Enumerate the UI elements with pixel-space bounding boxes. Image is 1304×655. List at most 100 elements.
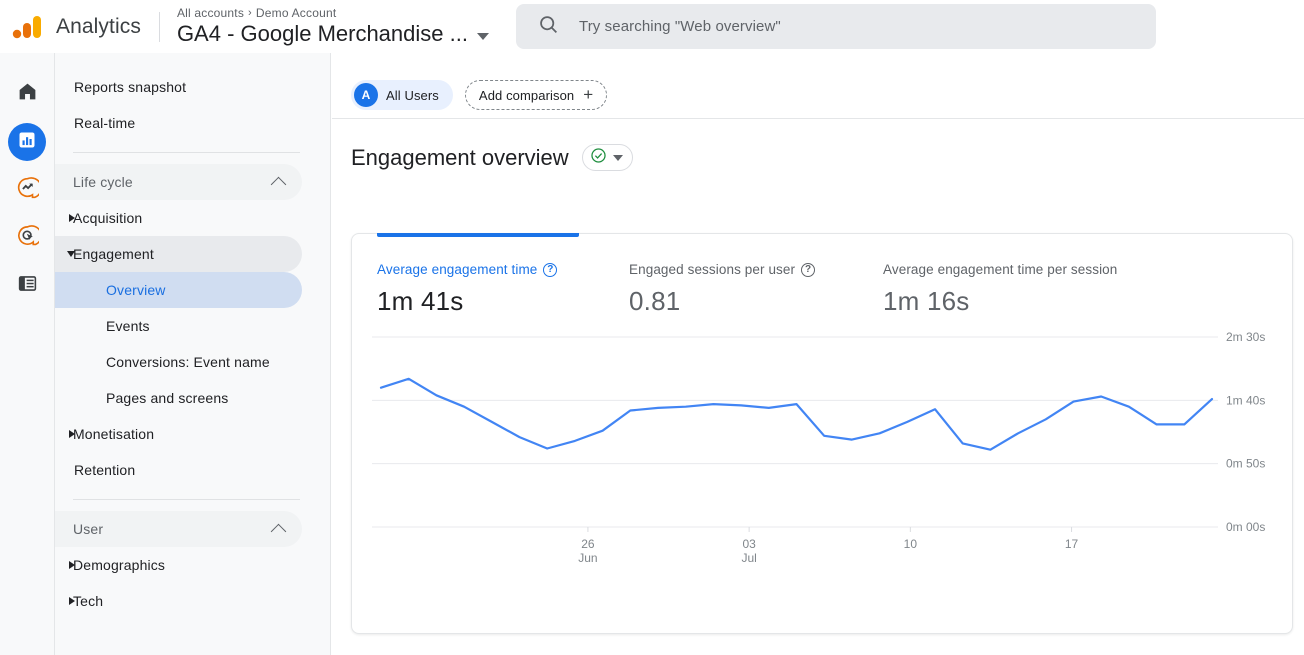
sidebar-divider-1 (73, 152, 300, 153)
chevron-right-icon (69, 561, 75, 569)
account-selector[interactable]: All accounts › Demo Account GA4 - Google… (177, 6, 489, 47)
sidebar-section-user[interactable]: User (55, 511, 302, 547)
chevron-up-icon[interactable] (271, 176, 287, 192)
metric-value: 1m 41s (377, 285, 629, 317)
engagement-overview-card: Average engagement time ? 1m 41s Engaged… (351, 233, 1293, 634)
x-axis-tick-label: 26 (581, 537, 595, 551)
main-content: A All Users Add comparison + Engagement … (332, 53, 1304, 655)
property-name: GA4 - Google Merchandise ... (177, 21, 468, 47)
x-axis-tick-label: 17 (1065, 537, 1079, 551)
metric-average-engagement-time[interactable]: Average engagement time ? 1m 41s (377, 234, 629, 324)
breadcrumb-demo-account[interactable]: Demo Account (256, 6, 336, 20)
sidebar-item-demographics[interactable]: Demographics (55, 547, 302, 583)
icon-rail (0, 53, 55, 655)
sidebar-item-label: Retention (74, 462, 135, 478)
segment-chip-label: All Users (386, 88, 439, 103)
rail-item-home[interactable] (8, 75, 46, 113)
chevron-down-icon[interactable] (477, 33, 489, 40)
sidebar-item-real-time[interactable]: Real-time (55, 105, 302, 141)
help-icon[interactable]: ? (801, 263, 815, 277)
home-icon (17, 81, 38, 107)
rail-item-explore[interactable] (8, 171, 46, 209)
configure-list-icon (17, 273, 38, 299)
check-circle-icon (590, 147, 607, 169)
sidebar-item-retention[interactable]: Retention (55, 452, 302, 488)
x-axis-tick-label: 03 (742, 537, 756, 551)
sidebar-item-acquisition[interactable]: Acquisition (55, 200, 302, 236)
metric-engaged-sessions-per-user[interactable]: Engaged sessions per user ? 0.81 (629, 234, 883, 324)
search-input[interactable] (577, 17, 1137, 36)
chevron-down-icon (67, 251, 75, 257)
x-axis-tick-month: Jul (741, 551, 756, 565)
segment-chip-all-users[interactable]: A All Users (351, 80, 453, 110)
add-comparison-label: Add comparison (479, 88, 574, 103)
metric-label: Engaged sessions per user (629, 262, 795, 277)
breadcrumb-all-accounts[interactable]: All accounts (177, 6, 244, 20)
sidebar-item-monetisation[interactable]: Monetisation (55, 416, 302, 452)
metric-value: 1m 16s (883, 285, 1183, 317)
google-analytics-logo[interactable] (10, 10, 44, 44)
sidebar-item-label: Conversions: Event name (106, 354, 270, 370)
page-title: Engagement overview (351, 145, 569, 171)
sidebar-section-life-cycle[interactable]: Life cycle (55, 164, 302, 200)
sidebar-item-pages-and-screens[interactable]: Pages and screens (55, 380, 302, 416)
search-icon (538, 14, 559, 40)
brand-divider (159, 12, 160, 42)
rail-item-configure[interactable] (8, 267, 46, 305)
breadcrumb: All accounts › Demo Account (177, 6, 489, 20)
chevron-down-icon (613, 155, 623, 161)
sidebar-divider-2 (73, 499, 300, 500)
metric-label: Average engagement time (377, 262, 537, 277)
chevron-right-icon (69, 597, 75, 605)
bar-chart-icon (17, 130, 37, 155)
avatar: A (354, 83, 378, 107)
chevron-right-icon (69, 430, 75, 438)
sidebar-item-label: Acquisition (73, 210, 142, 226)
sidebar-item-tech[interactable]: Tech (55, 583, 302, 619)
sidebar-item-label: Demographics (73, 557, 165, 573)
y-axis-tick-label: 0m 50s (1226, 457, 1265, 471)
sidebar-item-label: Engagement (73, 246, 154, 262)
metric-value: 0.81 (629, 285, 883, 317)
rail-item-reports[interactable] (8, 123, 46, 161)
sidebar-item-reports-snapshot[interactable]: Reports snapshot (55, 69, 302, 105)
chevron-up-icon[interactable] (271, 523, 287, 539)
comparison-bar: A All Users Add comparison + (332, 53, 1304, 113)
sidebar-item-label: Overview (106, 282, 166, 298)
breadcrumb-separator-icon: › (248, 6, 252, 20)
advertising-icon (16, 224, 39, 252)
top-app-bar: Analytics All accounts › Demo Account GA… (0, 0, 1304, 53)
x-axis-tick-month: Jun (578, 551, 597, 565)
metric-average-engagement-time-per-session[interactable]: Average engagement time per session 1m 1… (883, 234, 1183, 324)
metric-label: Average engagement time per session (883, 262, 1117, 277)
x-axis-tick-label: 10 (904, 537, 918, 551)
add-comparison-button[interactable]: Add comparison + (465, 80, 607, 110)
brand-name: Analytics (56, 15, 141, 39)
explore-icon (16, 176, 39, 204)
sidebar-item-events[interactable]: Events (55, 308, 302, 344)
y-axis-tick-label: 0m 00s (1226, 520, 1265, 534)
sidebar-item-label: Events (106, 318, 150, 334)
search-bar[interactable] (516, 4, 1156, 49)
sidebar-item-label: Pages and screens (106, 390, 228, 406)
active-metric-indicator (377, 233, 579, 237)
page-title-row: Engagement overview (332, 119, 1304, 171)
chevron-right-icon (69, 214, 75, 222)
sidebar-item-label: Monetisation (73, 426, 154, 442)
chart-line-series (381, 379, 1212, 450)
rail-item-advertising[interactable] (8, 219, 46, 257)
sidebar-item-conversions[interactable]: Conversions: Event name (55, 344, 302, 380)
engagement-time-line-chart[interactable]: 2m 30s 1m 40s 0m 50s 0m 00s 26Jun 03Jul 10 17 (352, 329, 1294, 579)
sidebar-item-label: Real-time (74, 115, 135, 131)
sidebar-item-engagement[interactable]: Engagement (55, 236, 302, 272)
insights-dropdown[interactable] (582, 144, 633, 171)
sidebar-section-label: User (73, 521, 103, 537)
sidebar-navigation: Reports snapshot Real-time Life cycle Ac… (55, 53, 331, 655)
sidebar-item-label: Tech (73, 593, 103, 609)
plus-icon: + (583, 86, 593, 103)
sidebar-section-label: Life cycle (73, 174, 133, 190)
help-icon[interactable]: ? (543, 263, 557, 277)
sidebar-item-overview[interactable]: Overview (55, 272, 302, 308)
y-axis-tick-label: 1m 40s (1226, 393, 1265, 407)
y-axis-tick-label: 2m 30s (1226, 330, 1265, 344)
